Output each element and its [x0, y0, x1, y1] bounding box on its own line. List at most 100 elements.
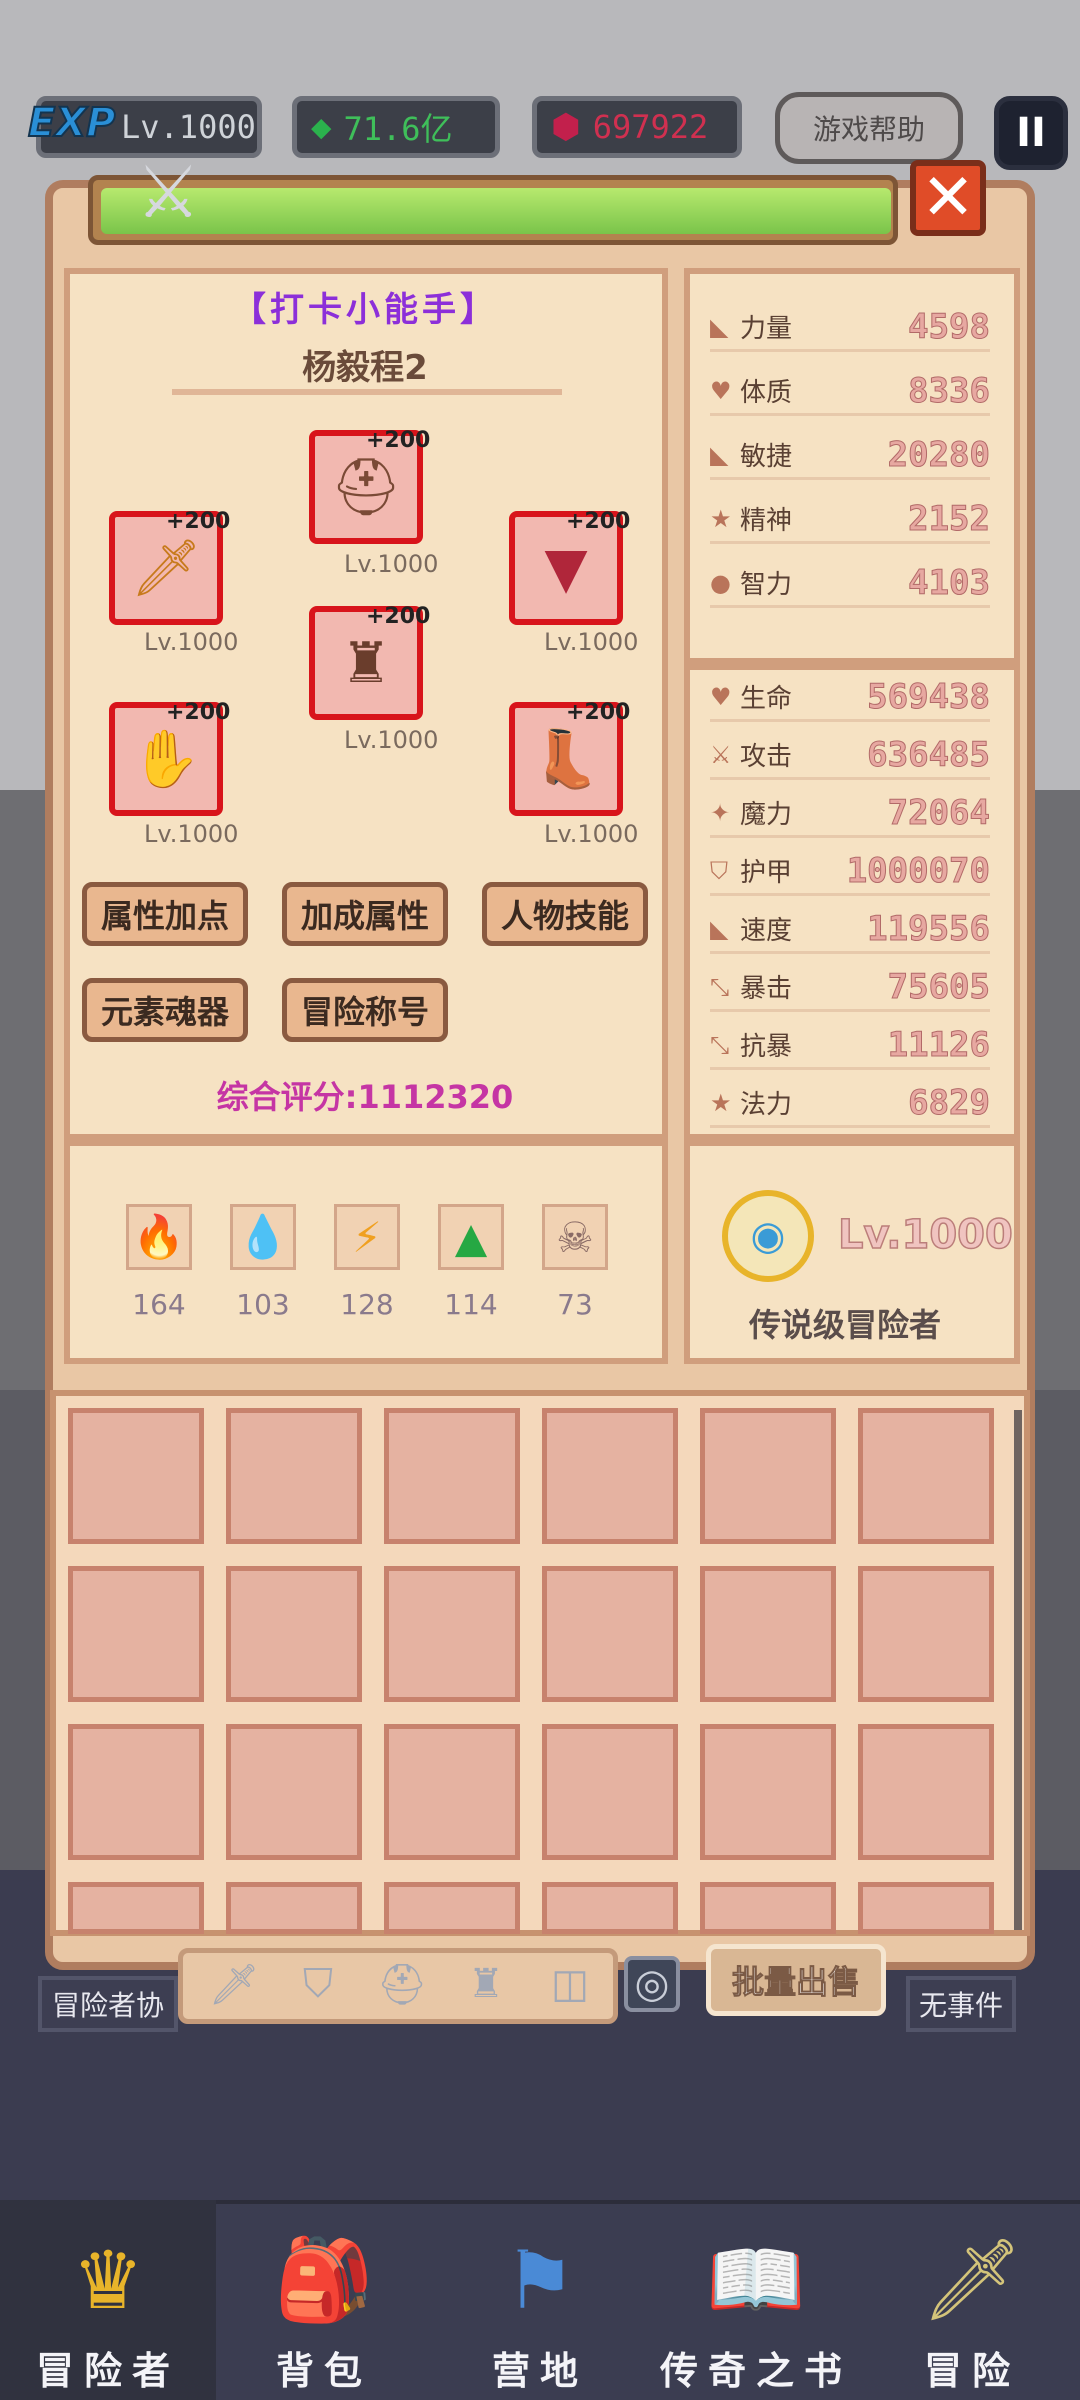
- enhance-level: +200: [366, 604, 431, 629]
- bonus-attributes-button[interactable]: 加成属性: [282, 882, 448, 946]
- crossed-swords-icon: ⚔: [136, 150, 201, 234]
- inventory-slot[interactable]: [858, 1566, 994, 1702]
- fire-element-value: 164: [132, 1288, 186, 1321]
- equip-level: Lv.1000: [544, 820, 639, 848]
- heart-icon: ♥: [710, 376, 732, 405]
- stat-name: 护甲: [740, 858, 793, 888]
- stat-value: 2152: [908, 498, 991, 539]
- stat-name: 精神: [740, 506, 793, 536]
- inventory-slot[interactable]: [68, 1882, 204, 1934]
- adventure-title-button[interactable]: 冒险称号: [282, 978, 448, 1042]
- inventory-slot[interactable]: [542, 1566, 678, 1702]
- sword-icon: 🗡: [921, 2233, 1023, 2326]
- stat-value: 636485: [867, 734, 991, 775]
- equip-level: Lv.1000: [344, 726, 439, 754]
- inventory-slot[interactable]: [542, 1408, 678, 1544]
- attribute-points-button[interactable]: 属性加点: [82, 882, 248, 946]
- strength-icon: ◣: [710, 312, 729, 341]
- game-help-button[interactable]: 游戏帮助: [775, 92, 963, 164]
- tab-ring-icon[interactable]: ◎: [624, 1956, 680, 2012]
- stat-value: 119556: [867, 908, 991, 949]
- nav-camp[interactable]: ⚑ 营地: [432, 2200, 648, 2400]
- inventory-slot[interactable]: [384, 1566, 520, 1702]
- no-event-label[interactable]: 无事件: [906, 1976, 1016, 2032]
- inventory-slot[interactable]: [700, 1882, 836, 1934]
- inventory-slot[interactable]: [226, 1724, 362, 1860]
- gem-counter: ◆ 71.6亿: [292, 96, 500, 158]
- tab-armor-icon[interactable]: ♜: [458, 1956, 514, 2012]
- inventory-slot[interactable]: [858, 1724, 994, 1860]
- boot-icon: ◣: [710, 914, 729, 943]
- inventory-slot[interactable]: [858, 1408, 994, 1544]
- enhance-level: +200: [566, 700, 631, 725]
- stat-name: 抗暴: [740, 1032, 793, 1062]
- stat-agility: ◣ 敏捷 20280: [710, 432, 991, 480]
- enhance-level: +200: [166, 509, 231, 534]
- backpack-icon: 🎒: [274, 2233, 374, 2326]
- batch-sell-button[interactable]: 批量出售: [706, 1944, 886, 2016]
- inventory-slot[interactable]: [68, 1408, 204, 1544]
- inventory-slot[interactable]: [384, 1724, 520, 1860]
- inventory-slot[interactable]: [700, 1566, 836, 1702]
- nav-legend-book[interactable]: 📖 传奇之书: [648, 2200, 864, 2400]
- inventory-slot[interactable]: [226, 1882, 362, 1934]
- dark-element-icon: ☠: [542, 1204, 608, 1270]
- red-gem-icon: ⬢: [551, 107, 581, 147]
- stat-attack: ⚔ 攻击 636485: [710, 732, 991, 780]
- stat-crit: ⤡ 暴击 75605: [710, 964, 991, 1012]
- tab-helmet-icon[interactable]: ⛑: [374, 1956, 430, 2012]
- tab-boots-icon[interactable]: ◫: [542, 1956, 598, 2012]
- stat-name: 暴击: [740, 974, 793, 1004]
- thunder-element-icon: ⚡: [334, 1204, 400, 1270]
- nav-label: 背包: [275, 2349, 372, 2393]
- stat-value: 6829: [908, 1082, 991, 1123]
- stat-value: 11126: [887, 1024, 990, 1065]
- close-button[interactable]: ✕: [910, 160, 986, 236]
- inventory-slot[interactable]: [226, 1566, 362, 1702]
- adventurer-guild-label[interactable]: 冒险者协: [38, 1976, 178, 2032]
- stat-magic: ✦ 魔力 72064: [710, 790, 991, 838]
- boots-icon: 👢: [531, 727, 601, 792]
- equip-level: Lv.1000: [144, 628, 239, 656]
- stat-value: 72064: [887, 792, 990, 833]
- inventory-slot[interactable]: [384, 1882, 520, 1934]
- water-element-value: 103: [236, 1288, 290, 1321]
- fire-element-icon: 🔥: [126, 1204, 192, 1270]
- amulet-icon: ▼: [544, 535, 588, 601]
- inventory-slot[interactable]: [68, 1724, 204, 1860]
- tab-weapon-icon[interactable]: 🗡: [206, 1956, 262, 2012]
- inventory-slot[interactable]: [542, 1724, 678, 1860]
- crit-icon: ⤡: [710, 972, 730, 1001]
- wood-element-icon: ▲: [438, 1204, 504, 1270]
- inventory-slot[interactable]: [542, 1882, 678, 1934]
- stat-name: 攻击: [740, 742, 793, 772]
- water-element-icon: 💧: [230, 1204, 296, 1270]
- stat-name: 智力: [740, 570, 793, 600]
- tab-shield-icon[interactable]: ⛉: [290, 1956, 346, 2012]
- element-soul-button[interactable]: 元素魂器: [82, 978, 248, 1042]
- inventory-slot[interactable]: [384, 1408, 520, 1544]
- crown-helmet-icon: ♛: [72, 2233, 144, 2327]
- stat-name: 体质: [740, 378, 793, 408]
- inventory-slot[interactable]: [700, 1724, 836, 1860]
- inventory-slot[interactable]: [68, 1566, 204, 1702]
- inventory-slot[interactable]: [700, 1408, 836, 1544]
- inventory-scrollbar[interactable]: [1014, 1410, 1022, 1930]
- nav-adventure[interactable]: 🗡 冒险: [864, 2200, 1080, 2400]
- green-gem-icon: ◆: [311, 107, 332, 147]
- equip-level: Lv.1000: [144, 820, 239, 848]
- pause-button[interactable]: II: [994, 96, 1068, 170]
- nav-backpack[interactable]: 🎒 背包: [216, 2200, 432, 2400]
- armor-icon: ♜: [340, 630, 392, 696]
- exp-icon: EXP: [27, 99, 116, 147]
- inventory-slot[interactable]: [226, 1408, 362, 1544]
- equip-level: Lv.1000: [344, 550, 439, 578]
- inventory-slot[interactable]: [858, 1882, 994, 1934]
- sword-icon: ⚔: [710, 740, 732, 769]
- nav-adventurer[interactable]: ♛ 冒险者: [0, 2200, 216, 2400]
- stat-value: 1000070: [846, 850, 990, 891]
- character-skills-button[interactable]: 人物技能: [482, 882, 648, 946]
- enhance-level: +200: [166, 700, 231, 725]
- dark-element-value: 73: [557, 1288, 593, 1321]
- legend-emblem-icon: ◉: [722, 1190, 814, 1282]
